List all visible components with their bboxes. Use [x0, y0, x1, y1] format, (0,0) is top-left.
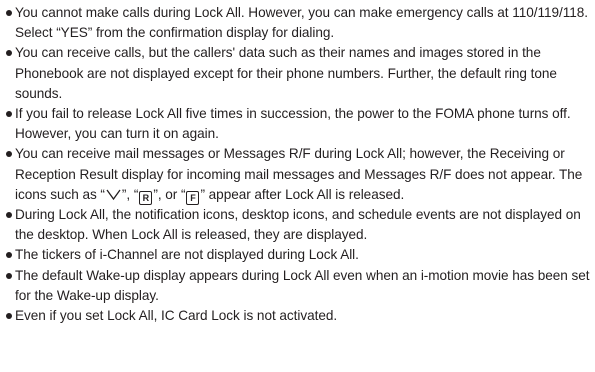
bullet-icon	[6, 212, 12, 219]
message-r-icon: R	[139, 190, 153, 205]
bullet-icon	[6, 50, 12, 57]
bullet-icon	[6, 313, 12, 320]
note-text: The default Wake-up display appears duri…	[15, 267, 590, 303]
bullet-icon	[6, 272, 12, 279]
list-item: If you fail to release Lock All five tim…	[6, 104, 592, 144]
mail-envelope-icon	[106, 189, 121, 201]
list-item: The tickers of i-Channel are not display…	[6, 245, 592, 265]
bullet-icon	[6, 111, 12, 118]
note-text: You cannot make calls during Lock All. H…	[15, 5, 588, 41]
notes-list: You cannot make calls during Lock All. H…	[6, 3, 592, 326]
list-item: The default Wake-up display appears duri…	[6, 266, 592, 306]
list-item: You can receive mail messages or Message…	[6, 144, 592, 205]
list-item: During Lock All, the notification icons,…	[6, 205, 592, 245]
bullet-icon	[6, 10, 12, 16]
bullet-icon	[6, 252, 12, 259]
message-f-icon: F	[186, 190, 200, 205]
note-text: If you fail to release Lock All five tim…	[15, 106, 571, 142]
note-text: Even if you set Lock All, IC Card Lock i…	[15, 308, 338, 324]
note-text: During Lock All, the notification icons,…	[15, 207, 581, 243]
list-item: You can receive calls, but the callers' …	[6, 43, 592, 104]
note-text: You can receive calls, but the callers' …	[15, 45, 557, 101]
note-text: The tickers of i-Channel are not display…	[15, 247, 359, 263]
note-text: ”, or “	[153, 186, 186, 202]
list-item: Even if you set Lock All, IC Card Lock i…	[6, 306, 592, 326]
list-item: You cannot make calls during Lock All. H…	[6, 3, 592, 43]
note-text: ”, “	[121, 186, 139, 202]
note-text: ” appear after Lock All is released.	[200, 186, 405, 202]
bullet-icon	[6, 151, 12, 158]
